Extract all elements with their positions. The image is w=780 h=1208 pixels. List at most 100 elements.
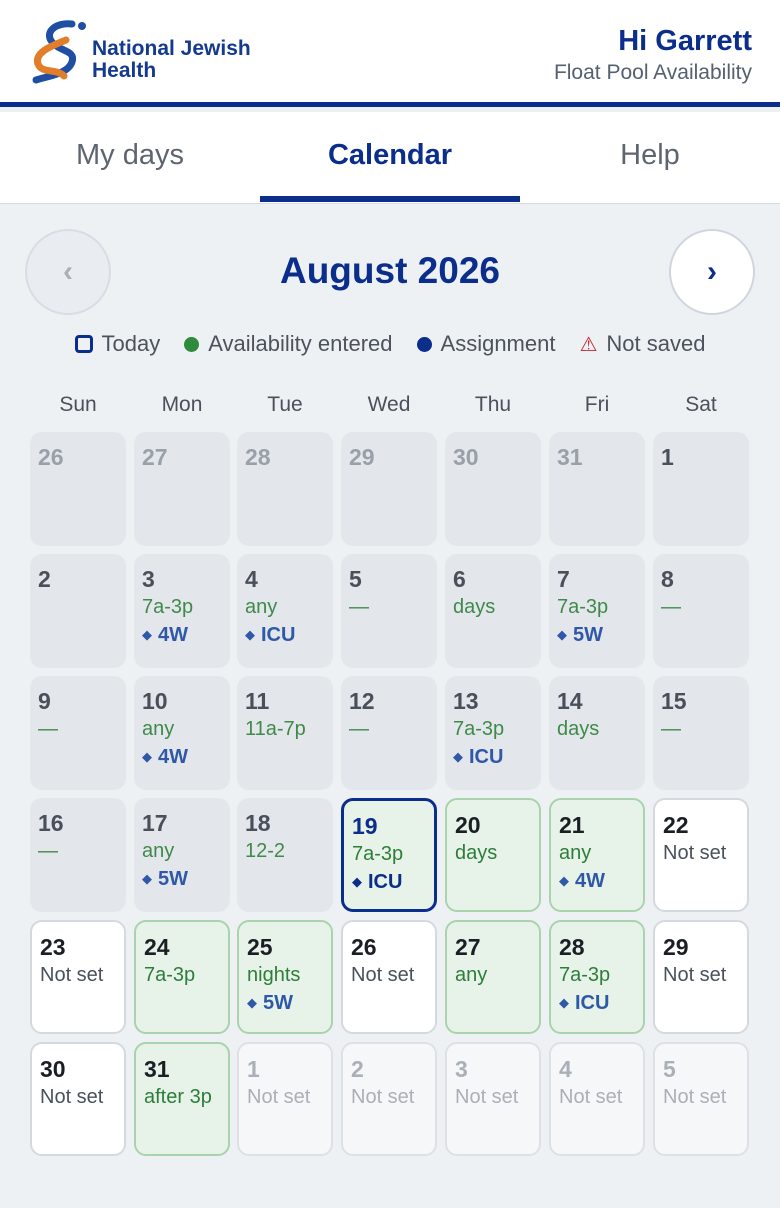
tab-bar: My days Calendar Help (0, 112, 780, 204)
next-month-button[interactable]: › (669, 229, 755, 315)
tab-calendar[interactable]: Calendar (260, 112, 520, 204)
day-assignment: ◆ 4W (142, 743, 230, 773)
day-cell[interactable]: 1 Not set (237, 1042, 333, 1156)
day-cell[interactable]: 11 11a-7p (237, 676, 333, 790)
day-number: 2 (351, 1056, 364, 1082)
day-number: 20 (455, 812, 481, 838)
day-cell[interactable]: 14 days (549, 676, 645, 790)
day-cell[interactable]: 27 (134, 432, 230, 546)
day-number: 31 (144, 1056, 170, 1082)
logo-mark-icon (32, 20, 86, 84)
day-availability: Not set (559, 1086, 623, 1108)
day-assignment: ◆ 5W (557, 621, 645, 651)
assignment-diamond-icon: ◆ (142, 749, 152, 764)
day-number: 24 (144, 934, 170, 960)
day-cell[interactable]: 30 Not set (30, 1042, 126, 1156)
legend-not-saved: ⚠ Not saved (579, 331, 705, 357)
tab-my-days[interactable]: My days (0, 112, 260, 204)
day-number: 28 (245, 444, 271, 470)
day-number: 3 (455, 1056, 468, 1082)
day-assignment: ◆ 5W (142, 865, 230, 895)
day-cell[interactable]: 15 — (653, 676, 749, 790)
day-cell[interactable]: 25 nights ◆ 5W (237, 920, 333, 1034)
day-cell[interactable]: 4 Not set (549, 1042, 645, 1156)
day-availability: after 3p (144, 1086, 212, 1108)
day-cell[interactable]: 9— (30, 676, 126, 790)
day-number: 29 (349, 444, 375, 470)
day-number: 2 (38, 566, 51, 592)
day-number: 29 (663, 934, 689, 960)
weekday-header-tue: Tue (267, 393, 303, 416)
day-number: 11 (245, 688, 270, 714)
day-assignment: ◆ ICU (453, 743, 541, 773)
day-cell[interactable]: 3 7a-3p ◆ 4W (134, 554, 230, 668)
day-assignment: ◆ 4W (142, 621, 230, 651)
day-cell[interactable]: 29 (341, 432, 437, 546)
day-availability: days (453, 596, 496, 618)
day-cell[interactable]: 21 any ◆ 4W (549, 798, 645, 912)
day-cell[interactable]: 1 (653, 432, 749, 546)
green-dot-icon (184, 336, 200, 352)
day-cell[interactable]: 17 any ◆ 5W (134, 798, 230, 912)
day-cell[interactable]: 28 (237, 432, 333, 546)
day-cell[interactable]: 22 Not set (653, 798, 749, 912)
day-cell[interactable]: 4 any ◆ ICU (237, 554, 333, 668)
day-cell[interactable]: 30 (445, 432, 541, 546)
day-number: 5 (663, 1056, 676, 1082)
tab-help[interactable]: Help (520, 112, 780, 204)
user-greeting: Hi Garrett (618, 25, 752, 57)
day-cell[interactable]: 26 (30, 432, 126, 546)
day-cell[interactable]: 5 Not set (653, 1042, 749, 1156)
day-cell[interactable]: 16 — (30, 798, 126, 912)
day-cell[interactable]: 10 any ◆ 4W (134, 676, 230, 790)
national-jewish-health-logo: National Jewish Health (26, 18, 274, 88)
day-cell[interactable]: 5— (341, 554, 437, 668)
day-number: 4 (245, 566, 258, 592)
day-cell[interactable]: 12 — (341, 676, 437, 790)
day-availability: 7a-3p (142, 596, 194, 618)
day-cell[interactable]: 26 Not set (341, 920, 437, 1034)
day-availability: any (455, 964, 488, 986)
day-cell[interactable]: 31 after 3p (134, 1042, 230, 1156)
day-cell[interactable]: 23 Not set (30, 920, 126, 1034)
day-availability: Not set (663, 1086, 727, 1108)
day-cell[interactable]: 6 days (445, 554, 541, 668)
day-cell[interactable]: 7 7a-3p ◆ 5W (549, 554, 645, 668)
assignment-diamond-icon: ◆ (559, 873, 569, 888)
day-availability: Not set (351, 1086, 415, 1108)
assignment-unit: 5W (263, 992, 293, 1014)
assignment-diamond-icon: ◆ (245, 627, 255, 642)
day-cell[interactable]: 2 (30, 554, 126, 668)
day-availability: 7a-3p (352, 843, 404, 865)
day-availability: Not set (247, 1086, 311, 1108)
day-cell[interactable]: 20 days (445, 798, 541, 912)
day-cell[interactable]: 2 Not set (341, 1042, 437, 1156)
legend-availability: Availability entered (184, 331, 393, 357)
legend-label: Today (101, 331, 161, 356)
assignment-diamond-icon: ◆ (352, 874, 362, 889)
assignment-unit: 4W (158, 746, 188, 768)
day-number: 16 (38, 810, 64, 836)
day-number: 31 (557, 444, 583, 470)
day-cell[interactable]: 31 (549, 432, 645, 546)
day-cell[interactable]: 8— (653, 554, 749, 668)
assignment-unit: 5W (573, 624, 603, 646)
day-cell[interactable]: 28 7a-3p ◆ ICU (549, 920, 645, 1034)
day-number: 26 (351, 934, 377, 960)
day-cell[interactable]: 13 7a-3p ◆ ICU (445, 676, 541, 790)
logo-text-line2: Health (92, 59, 157, 82)
assignment-unit: ICU (368, 871, 403, 893)
day-cell[interactable]: 27 any (445, 920, 541, 1034)
assignment-diamond-icon: ◆ (557, 627, 567, 642)
day-cell[interactable]: 3 Not set (445, 1042, 541, 1156)
day-assignment: ◆ ICU (352, 868, 434, 898)
day-number: 27 (142, 444, 168, 470)
day-number: 6 (453, 566, 466, 592)
day-availability: days (455, 842, 498, 864)
day-cell[interactable]: 19 7a-3p ◆ ICU (341, 798, 437, 912)
day-cell[interactable]: 24 7a-3p (134, 920, 230, 1034)
day-cell[interactable]: 29 Not set (653, 920, 749, 1034)
day-cell[interactable]: 18 12-2 (237, 798, 333, 912)
day-availability: Not set (40, 1086, 104, 1108)
day-number: 12 (349, 688, 375, 714)
